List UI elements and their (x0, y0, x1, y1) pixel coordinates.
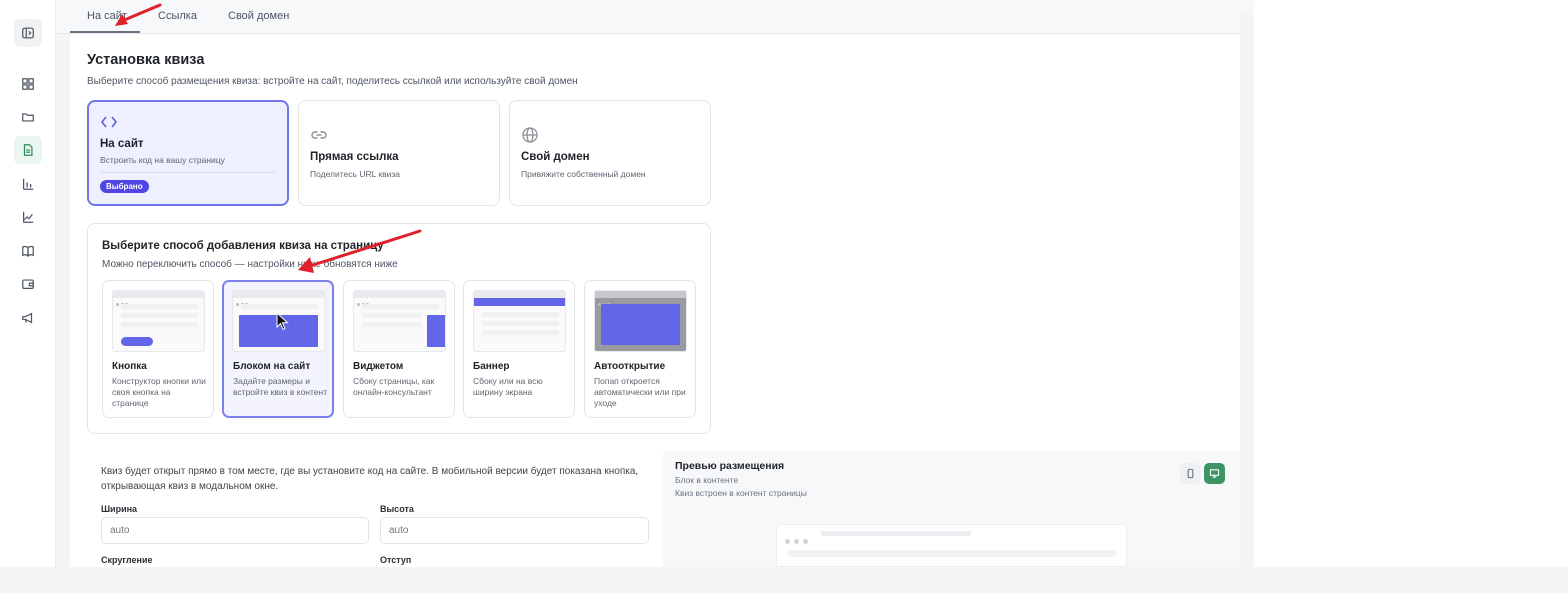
tab-on-site[interactable]: На сайт (87, 10, 127, 22)
option-card-own-domain[interactable]: Свой домен Привяжите собственный домен (509, 100, 711, 206)
sidebar-toggle-icon[interactable] (14, 19, 42, 47)
option-title: Прямая ссылка (310, 151, 399, 163)
offset-label: Отступ (380, 555, 412, 565)
height-input[interactable] (380, 517, 649, 544)
method-card-title: Баннер (473, 361, 510, 372)
method-card-desc: Задайте размеры и встройте квиз в контен… (233, 376, 328, 397)
option-desc: Привяжите собственный домен (521, 169, 646, 179)
method-card-banner[interactable]: Баннер Сбоку или на всю ширину экрана (463, 280, 575, 418)
globe-icon (522, 127, 538, 143)
radius-label: Скругление (101, 555, 153, 565)
method-card-block[interactable]: Блоком на сайт Задайте размеры и встройт… (222, 280, 334, 418)
megaphone-icon[interactable] (14, 304, 42, 332)
folder-icon[interactable] (14, 103, 42, 131)
method-subtitle: Можно переключить способ — настройки ниж… (102, 259, 398, 270)
option-title: На сайт (100, 138, 144, 150)
phone-icon (1187, 468, 1194, 479)
method-title: Выберите способ добавления квиза на стра… (102, 240, 384, 252)
line-chart-icon[interactable] (14, 203, 42, 231)
method-card-widget[interactable]: Виджетом Сбоку страницы, как онлайн-конс… (343, 280, 455, 418)
dashboard-icon[interactable] (14, 70, 42, 98)
preview-mock-window (776, 524, 1127, 567)
method-card-auto-open[interactable]: Автооткрытие Попап откроется автоматичес… (584, 280, 696, 418)
page-subtitle: Выберите способ размещения квиза: встрой… (87, 76, 578, 87)
book-icon[interactable] (14, 237, 42, 265)
widget-thumbnail (353, 290, 446, 352)
monitor-icon (1209, 469, 1220, 478)
method-card-title: Блоком на сайт (233, 361, 311, 372)
width-input[interactable] (101, 517, 369, 544)
method-card-button[interactable]: Кнопка Конструктор кнопки или своя кнопк… (102, 280, 214, 418)
selected-badge: Выбрано (100, 180, 149, 193)
tab-link[interactable]: Ссылка (158, 10, 197, 22)
option-desc: Встроить код на вашу страницу (100, 155, 225, 165)
option-desc: Поделитесь URL квиза (310, 169, 400, 179)
page-title: Установка квиза (87, 52, 205, 68)
sidebar (0, 0, 56, 567)
banner-thumbnail (473, 290, 566, 352)
desktop-preview-button[interactable] (1204, 463, 1225, 484)
link-icon (311, 131, 327, 139)
code-icon (100, 116, 118, 128)
preview-description: Квиз встроен в контент страницы (675, 488, 807, 498)
width-label: Ширина (101, 504, 138, 514)
option-title: Свой домен (521, 151, 590, 163)
method-card-title: Кнопка (112, 361, 147, 372)
method-card-desc: Конструктор кнопки или своя кнопка на ст… (112, 376, 206, 408)
preview-title: Превью размещения (675, 460, 785, 472)
auto-open-thumbnail (594, 290, 687, 352)
active-tab-indicator (70, 31, 140, 33)
document-icon[interactable] (14, 136, 42, 164)
method-card-desc: Сбоку страницы, как онлайн-консультант (353, 376, 435, 397)
button-thumbnail (112, 290, 205, 352)
wallet-icon[interactable] (14, 270, 42, 298)
method-card-desc: Попап откроется автоматически или при ух… (594, 376, 686, 408)
method-card-desc: Сбоку или на всю ширину экрана (473, 376, 543, 397)
tab-own-domain[interactable]: Свой домен (228, 10, 289, 22)
info-text: Квиз будет открыт прямо в том месте, где… (101, 466, 639, 492)
preview-subtitle: Блок в контенте (675, 475, 739, 485)
option-card-direct-link[interactable]: Прямая ссылка Поделитесь URL квиза (298, 100, 500, 206)
option-card-on-site[interactable]: На сайт Встроить код на вашу страницу Вы… (87, 100, 289, 206)
bottom-strip (0, 567, 1568, 593)
mobile-preview-button[interactable] (1180, 463, 1201, 484)
method-card-title: Виджетом (353, 361, 404, 372)
bar-chart-icon[interactable] (14, 170, 42, 198)
mouse-cursor-icon (276, 312, 289, 331)
height-label: Высота (380, 504, 414, 514)
method-card-title: Автооткрытие (594, 361, 666, 372)
right-blank-area (1254, 0, 1568, 567)
